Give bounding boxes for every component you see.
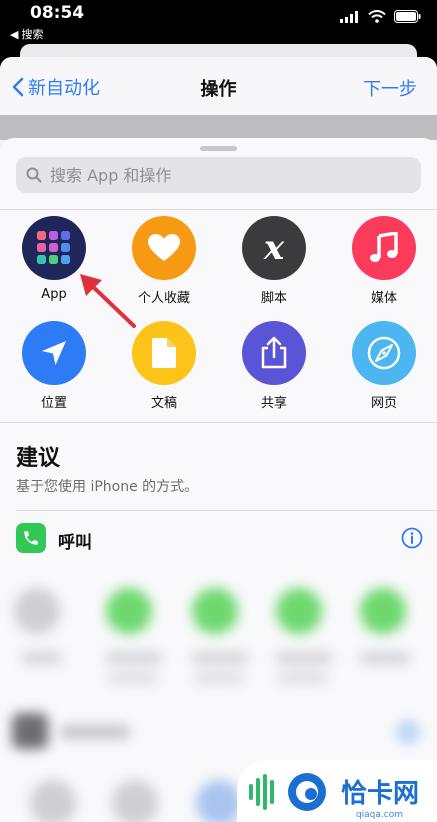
- category-location[interactable]: 位置: [4, 321, 104, 411]
- share-icon: [242, 321, 306, 385]
- suggestion-call-row[interactable]: 呼叫: [0, 518, 437, 566]
- category-web[interactable]: 网页: [334, 321, 434, 411]
- category-label: 媒体: [370, 291, 397, 306]
- category-sharing[interactable]: 共享: [224, 321, 324, 411]
- watermark-logo-icon: [249, 773, 326, 811]
- music-note-icon: [352, 216, 416, 280]
- next-button[interactable]: 下一步: [363, 75, 417, 101]
- category-label: 共享: [260, 396, 287, 411]
- status-icons: [340, 10, 421, 23]
- status-time: 08:54: [30, 3, 85, 23]
- suggestion-label: 呼叫: [58, 533, 92, 553]
- action-picker-sheet: App 个人收藏 x 脚本 媒体: [0, 138, 437, 822]
- search-icon: [26, 167, 42, 183]
- heart-icon: [132, 216, 196, 280]
- site-watermark: 恰卡网 qiaqa.com: [237, 760, 437, 822]
- battery-icon: [394, 10, 421, 23]
- category-documents[interactable]: 文稿: [114, 321, 214, 411]
- compass-icon: [352, 321, 416, 385]
- watermark-url: qiaqa.com: [355, 810, 403, 820]
- cellular-signal-icon: [340, 10, 358, 23]
- category-label: 脚本: [260, 291, 287, 306]
- category-label: 网页: [370, 396, 397, 411]
- sheet-grabber[interactable]: [200, 146, 237, 151]
- script-x-icon: x: [242, 216, 306, 280]
- category-scripting[interactable]: x 脚本: [224, 216, 324, 306]
- search-input[interactable]: [48, 164, 412, 186]
- wifi-icon: [368, 10, 386, 23]
- category-label: 文稿: [150, 396, 177, 411]
- dimmed-content: [0, 115, 437, 140]
- watermark-text: 恰卡网: [341, 778, 420, 809]
- divider: [0, 422, 437, 423]
- document-icon: [132, 321, 196, 385]
- category-label: 位置: [40, 396, 67, 411]
- back-triangle-icon: ◀: [10, 27, 19, 41]
- suggestions-title: 建议: [16, 446, 61, 471]
- search-bar[interactable]: [16, 157, 421, 193]
- divider: [0, 209, 437, 210]
- phone-icon: [16, 523, 46, 553]
- status-bar: 08:54 ◀ 搜索: [0, 0, 437, 44]
- category-media[interactable]: 媒体: [334, 216, 434, 306]
- suggestions-subtitle: 基于您使用 iPhone 的方式。: [16, 479, 199, 495]
- nav-bar: 新自动化 操作 下一步: [0, 57, 437, 115]
- back-to-app[interactable]: ◀ 搜索: [10, 26, 43, 42]
- info-icon[interactable]: [401, 527, 423, 549]
- back-app-label: 搜索: [21, 28, 44, 41]
- divider: [16, 510, 437, 511]
- annotation-arrow-icon: [80, 274, 136, 328]
